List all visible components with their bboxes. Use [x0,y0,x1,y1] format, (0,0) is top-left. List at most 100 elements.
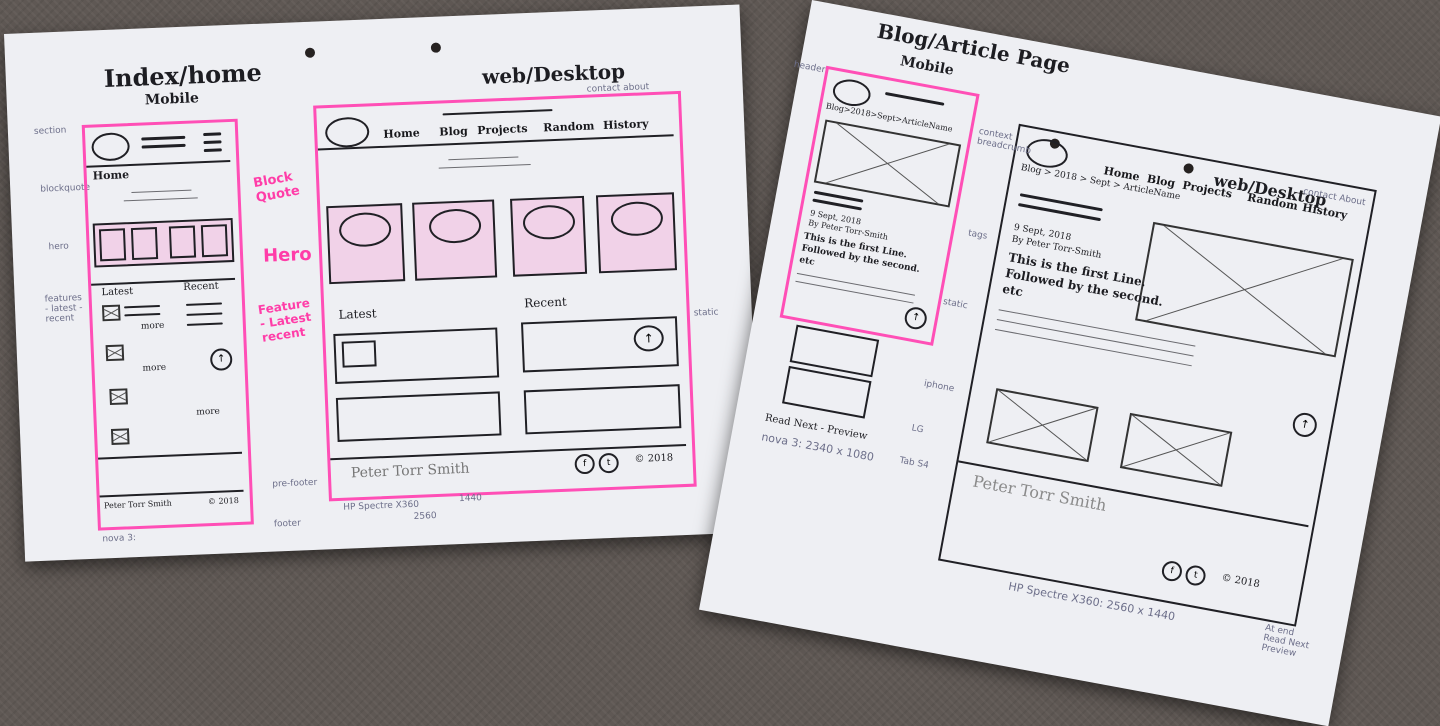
text-line [185,302,223,306]
title-line [442,109,553,116]
image-placeholder [109,388,128,406]
binder-hole [304,47,316,58]
divider [86,160,231,168]
device-note: nova 3: [102,533,137,545]
device-note: HP Spectre X360 [343,499,420,513]
nav-blog[interactable]: Blog [439,124,468,138]
mobile-wireframe: Home Latest Recent more more more ↑ Pete… [81,118,254,531]
menu-icon [203,132,222,137]
menu-icon [203,148,222,153]
back-to-top-button[interactable]: ↑ [209,348,233,371]
hero-card [168,225,197,259]
back-to-top-button[interactable]: ↑ [1290,410,1319,439]
side-note-iphone: iphone [923,378,955,395]
facebook-icon[interactable]: f [574,453,596,475]
mobile-home-label: Home [92,168,130,183]
image-placeholder [105,344,125,362]
title-line [141,143,186,149]
mobile-label: Mobile [898,53,956,79]
menu-icon [203,140,222,145]
latest-item [333,327,500,384]
side-note-lg: LG [910,423,925,436]
image-placeholder [522,204,576,241]
image-placeholder [110,428,130,446]
device-note: At end Read Next Preview [1260,623,1310,660]
read-next-card [986,388,1099,463]
blockquote-line [448,156,519,161]
logo-placeholder [91,132,131,162]
desktop-copyright: © 2018 [634,452,674,466]
divider [330,443,687,461]
text-line [124,304,161,309]
image-placeholder [428,208,482,245]
desktop-copyright: © 2018 [1220,572,1261,591]
desktop-wireframe: web/Desktop Blog > 2018 > Sept > Article… [937,123,1377,627]
desktop-footer-name: Peter Torr Smith [971,471,1109,515]
side-note-prefooter: pre-footer [272,477,318,490]
body-line [994,328,1192,367]
hero-card [200,224,229,258]
device-note: 1440 [458,493,483,505]
hero-card [510,195,588,277]
device-note: 2560 [413,511,437,522]
sheet-title: Index/home [103,57,263,94]
nav-random[interactable]: Random [543,119,595,134]
article-image [1135,221,1354,358]
hero-card [595,192,678,274]
text-line [186,312,223,316]
back-to-top-button[interactable]: ↑ [902,305,929,332]
blockquote-line [131,189,192,194]
image-placeholder [341,340,377,368]
hero-card [412,199,498,281]
side-note-features: features - latest - recent [44,293,83,325]
more-link[interactable]: more [141,321,165,332]
text-line [186,322,223,326]
latest-label: Latest [101,286,134,299]
side-note-footer: footer [273,518,302,530]
image-placeholder [101,304,121,322]
etc-text: etc [1001,281,1025,300]
pink-note-feature: Feature - Latest recent [256,295,313,345]
title-line [884,91,945,106]
hero-section [92,217,235,268]
hero-card [326,203,406,285]
etc-text: etc [798,255,816,268]
side-note-tags: tags [967,228,989,242]
recent-label: Recent [523,294,567,311]
text-line [124,312,161,317]
side-note-tab: Tab S4 [898,455,930,471]
side-note-hero: hero [48,241,70,253]
desktop-wireframe: Home Blog Projects Random History Latest… [313,90,697,502]
divider [98,451,243,460]
pink-note-blockquote: Block Quote [252,169,302,206]
pink-note-hero: Hero [262,243,313,267]
facebook-icon[interactable]: f [1160,559,1184,583]
desktop-footer-name: Peter Torr Smith [350,460,470,482]
hero-card [98,228,127,262]
recent-label: Recent [183,280,219,294]
right-paper-sheet: Blog/Article Page Mobile header Blog>201… [699,0,1440,726]
side-note-static: static [693,307,719,319]
more-link[interactable]: more [142,363,166,374]
side-note-blockquote: blockquote [40,182,91,195]
twitter-icon[interactable]: t [598,452,620,474]
nav-history[interactable]: History [1301,201,1348,222]
mobile-label: Mobile [144,90,200,109]
blockquote-line [123,197,198,202]
latest-item [335,391,502,442]
image-placeholder [338,211,392,248]
recent-item [523,384,682,435]
title-line [141,135,186,141]
latest-label: Latest [338,306,377,322]
blockquote-line [438,163,531,169]
side-note-header: header [792,59,826,76]
mobile-copyright: © 2018 [207,495,239,507]
nav-projects[interactable]: Projects [477,122,528,137]
logo-placeholder [324,116,370,149]
more-link[interactable]: more [196,407,220,418]
twitter-icon[interactable]: t [1183,563,1208,588]
side-note-section: section [33,125,67,137]
nav-history[interactable]: History [603,117,649,132]
nav-home[interactable]: Home [383,126,420,140]
mobile-footer-name: Peter Torr Smith [103,498,172,511]
